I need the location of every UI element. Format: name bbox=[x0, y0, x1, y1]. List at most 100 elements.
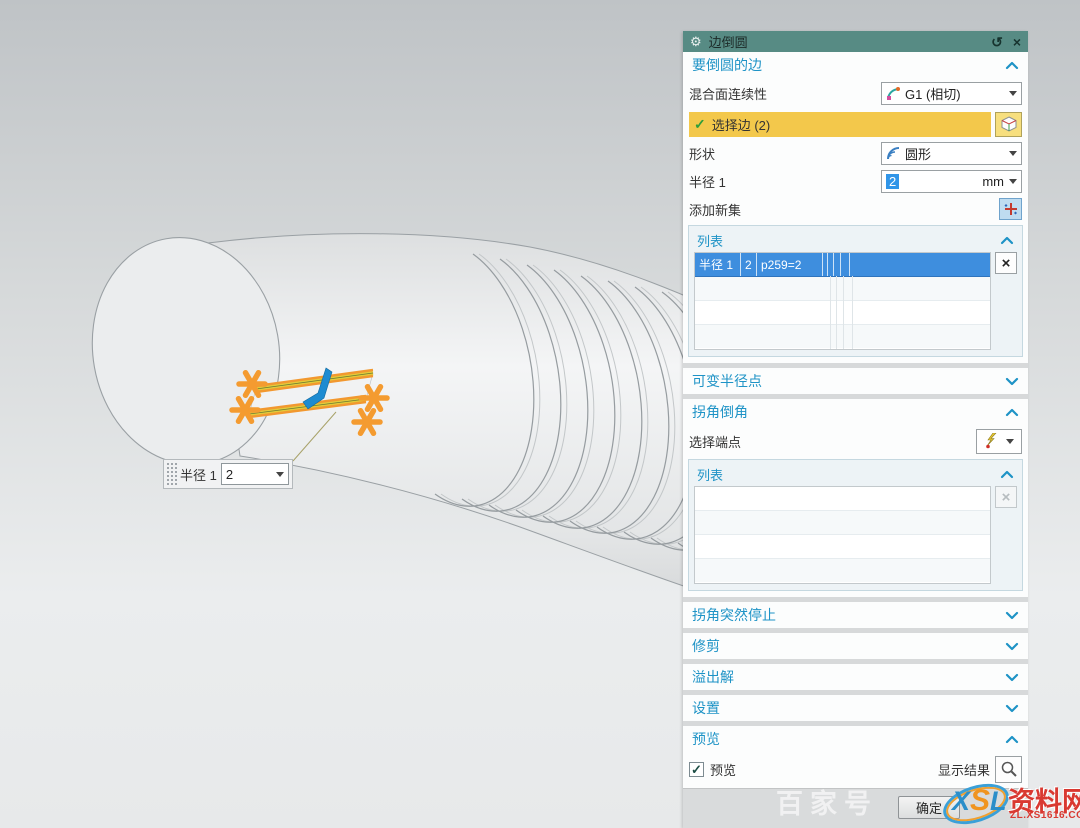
list-row-empty[interactable] bbox=[695, 487, 990, 511]
chevron-down-icon[interactable] bbox=[1005, 377, 1019, 386]
select-endpoint-label: 选择端点 bbox=[689, 432, 976, 451]
radius-tag-value: 2 bbox=[226, 467, 276, 482]
dialog-title: 边倒圆 bbox=[709, 32, 981, 51]
dialog-footer: 确定 bbox=[683, 788, 1028, 828]
chevron-down-icon[interactable] bbox=[1006, 439, 1014, 448]
radius-value: 2 bbox=[886, 174, 899, 189]
reset-icon[interactable]: ↺ bbox=[991, 35, 1003, 49]
section-settings: 设置 bbox=[683, 695, 1028, 721]
cell-radius-value: 2 bbox=[741, 253, 757, 276]
chevron-up-icon[interactable] bbox=[1005, 408, 1019, 417]
continuity-label: 混合面连续性 bbox=[689, 84, 881, 103]
section-header-overflow[interactable]: 溢出解 bbox=[683, 664, 1028, 690]
section-trim: 修剪 bbox=[683, 633, 1028, 659]
list-row-empty[interactable] bbox=[695, 535, 990, 559]
list-row-selected[interactable]: 半径 1 2 p259=2 bbox=[695, 253, 990, 277]
section-title: 设置 bbox=[692, 698, 1005, 718]
check-icon: ✓ bbox=[694, 116, 706, 133]
section-title: 修剪 bbox=[692, 636, 1005, 656]
row-continuity: 混合面连续性 G1 (相切) bbox=[683, 78, 1028, 109]
chevron-down-icon[interactable] bbox=[1005, 642, 1019, 651]
list-row-empty[interactable] bbox=[695, 559, 990, 582]
section-title: 预览 bbox=[692, 729, 1005, 749]
chevron-down-icon[interactable] bbox=[1009, 179, 1017, 188]
section-header-trim[interactable]: 修剪 bbox=[683, 633, 1028, 659]
cell-radius-name: 半径 1 bbox=[695, 253, 741, 276]
list2-header[interactable]: 列表 bbox=[694, 463, 1017, 486]
section-title: 可变半径点 bbox=[692, 371, 1005, 391]
radius-tag-label: 半径 1 bbox=[180, 465, 217, 484]
shape-dropdown[interactable]: 圆形 bbox=[881, 142, 1022, 165]
chevron-down-icon[interactable] bbox=[1009, 151, 1017, 160]
edge-blend-dialog: ⚙ 边倒圆 ↺ × 要倒圆的边 混合面连续性 bbox=[683, 31, 1028, 828]
section-title: 要倒圆的边 bbox=[692, 55, 1005, 75]
section-title: 拐角突然停止 bbox=[692, 605, 1005, 625]
setback-list-panel: 列表 × bbox=[688, 459, 1023, 591]
drag-grip-handle[interactable] bbox=[166, 462, 178, 486]
ok-button[interactable]: 确定 bbox=[898, 796, 960, 819]
chevron-down-icon[interactable] bbox=[1009, 91, 1017, 100]
radius-tag-input[interactable]: 2 bbox=[221, 463, 289, 485]
list1-header[interactable]: 列表 bbox=[694, 229, 1017, 252]
row-radius: 半径 1 2 mm bbox=[683, 167, 1028, 195]
shape-label: 形状 bbox=[689, 144, 881, 163]
chevron-down-icon[interactable] bbox=[1005, 611, 1019, 620]
section-header-variable-radius[interactable]: 可变半径点 bbox=[683, 368, 1028, 394]
section-header-preview[interactable]: 预览 bbox=[683, 726, 1028, 752]
gear-icon: ⚙ bbox=[690, 35, 702, 48]
nx-application-window: 半径 1 2 ⚙ 边倒圆 ↺ × 要倒圆的边 混合面连续性 bbox=[0, 0, 1080, 828]
circular-shape-icon bbox=[886, 146, 901, 161]
radius-input[interactable]: 2 mm bbox=[881, 170, 1022, 193]
list-row-empty[interactable] bbox=[695, 511, 990, 535]
remove-list-item-button-disabled: × bbox=[995, 486, 1017, 508]
check-icon: ✓ bbox=[691, 763, 702, 776]
close-icon[interactable]: × bbox=[1013, 35, 1021, 49]
magnifier-icon bbox=[1000, 760, 1018, 778]
dialog-body: 要倒圆的边 混合面连续性 G1 (相切) bbox=[683, 52, 1028, 789]
radius-list-panel: 列表 半径 1 2 p259=2 bbox=[688, 225, 1023, 357]
snapshot-cube-button[interactable] bbox=[995, 112, 1022, 137]
radius-floating-panel[interactable]: 半径 1 2 bbox=[163, 459, 293, 489]
row-shape: 形状 圆形 bbox=[683, 139, 1028, 167]
remove-list-item-button[interactable]: × bbox=[995, 252, 1017, 274]
preview-checkbox-label: 预览 bbox=[710, 760, 938, 779]
chevron-down-icon[interactable] bbox=[1005, 673, 1019, 682]
radius-unit: mm bbox=[982, 174, 1004, 189]
section-corner-stop: 拐角突然停止 bbox=[683, 602, 1028, 628]
add-new-set-button[interactable] bbox=[999, 198, 1022, 220]
dialog-titlebar[interactable]: ⚙ 边倒圆 ↺ × bbox=[683, 31, 1028, 52]
select-edge-button[interactable]: ✓ 选择边 (2) bbox=[689, 112, 991, 137]
chevron-up-icon[interactable] bbox=[1005, 61, 1019, 70]
preview-checkbox[interactable]: ✓ bbox=[689, 762, 704, 777]
show-result-button[interactable] bbox=[995, 756, 1022, 783]
show-result-label: 显示结果 bbox=[938, 760, 990, 779]
chevron-down-icon[interactable] bbox=[276, 472, 284, 481]
add-new-set-label: 添加新集 bbox=[689, 200, 999, 219]
section-header-settings[interactable]: 设置 bbox=[683, 695, 1028, 721]
shape-value: 圆形 bbox=[905, 144, 1009, 163]
row-preview: ✓ 预览 显示结果 bbox=[683, 752, 1028, 786]
chevron-down-icon[interactable] bbox=[1005, 704, 1019, 713]
section-header-corner-stop[interactable]: 拐角突然停止 bbox=[683, 602, 1028, 628]
section-title: 拐角倒角 bbox=[692, 402, 1005, 422]
radius-list[interactable]: 半径 1 2 p259=2 bbox=[694, 252, 991, 350]
section-preview: 预览 ✓ 预览 显示结果 bbox=[683, 726, 1028, 788]
point-pick-icon bbox=[984, 433, 998, 449]
continuity-value: G1 (相切) bbox=[905, 84, 1009, 103]
section-edges-to-blend: 要倒圆的边 混合面连续性 G1 (相切) bbox=[683, 52, 1028, 363]
section-title: 溢出解 bbox=[692, 667, 1005, 687]
list2-title: 列表 bbox=[697, 465, 1000, 484]
shaft-body bbox=[208, 234, 762, 612]
section-corner-setback: 拐角倒角 选择端点 列表 bbox=[683, 399, 1028, 597]
row-add-new-set: 添加新集 bbox=[683, 195, 1028, 223]
chevron-up-icon[interactable] bbox=[1005, 735, 1019, 744]
setback-list[interactable] bbox=[694, 486, 991, 584]
select-endpoint-button[interactable] bbox=[976, 429, 1022, 454]
cube-icon bbox=[1000, 115, 1018, 133]
chevron-up-icon[interactable] bbox=[1000, 470, 1014, 479]
continuity-dropdown[interactable]: G1 (相切) bbox=[881, 82, 1022, 105]
chevron-up-icon[interactable] bbox=[1000, 236, 1014, 245]
section-header-corner-setback[interactable]: 拐角倒角 bbox=[683, 399, 1028, 425]
cell-expression: p259=2 bbox=[757, 253, 823, 276]
section-header-edges[interactable]: 要倒圆的边 bbox=[683, 52, 1028, 78]
